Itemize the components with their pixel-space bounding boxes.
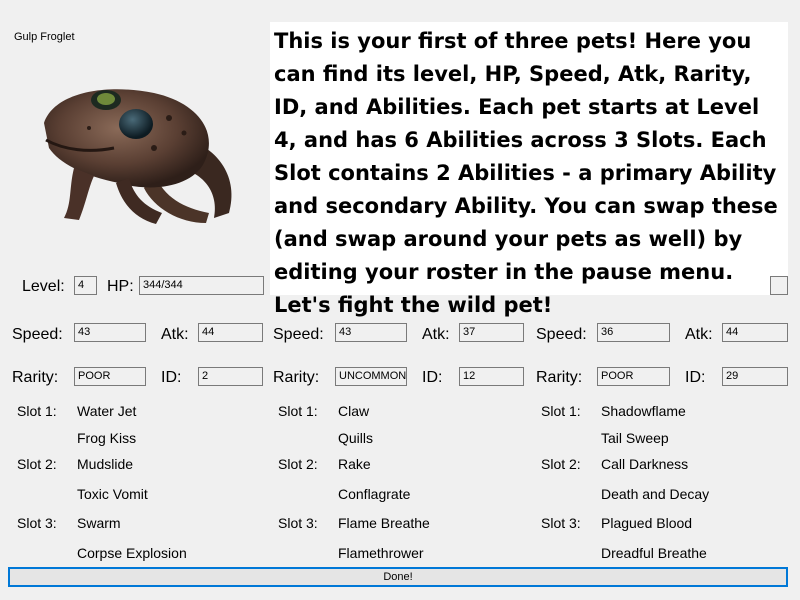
pet2-slot3-secondary[interactable]: Flamethrower — [338, 544, 424, 562]
pet2-rarity-field[interactable]: UNCOMMON — [335, 367, 407, 386]
slot3-label: Slot 3: — [541, 515, 581, 531]
pet3-slot2-primary[interactable]: Call Darkness — [601, 455, 688, 473]
id-label: ID: — [685, 369, 706, 386]
pet2-slot2-primary[interactable]: Rake — [338, 455, 371, 473]
pet3-slot3-primary[interactable]: Plagued Blood — [601, 514, 692, 532]
slot2-label: Slot 2: — [541, 456, 581, 472]
speed-label: Speed: — [536, 326, 587, 343]
pet1-slot2-primary[interactable]: Mudslide — [77, 455, 133, 473]
pet1-rarity-field[interactable]: POOR — [74, 367, 146, 386]
pet2-id-field[interactable]: 12 — [459, 367, 524, 386]
pet3-slot1-primary[interactable]: Shadowflame — [601, 402, 686, 420]
pet3-slot2-secondary[interactable]: Death and Decay — [601, 485, 709, 503]
pet2-speed-field[interactable]: 43 — [335, 323, 407, 342]
pet3-id-field[interactable]: 29 — [722, 367, 788, 386]
pet3-slot1-secondary[interactable]: Tail Sweep — [601, 429, 669, 447]
slot3-label: Slot 3: — [17, 515, 57, 531]
tutorial-text: This is your first of three pets! Here y… — [270, 22, 788, 317]
pet-name-label: Gulp Froglet — [14, 31, 75, 43]
slot1-label: Slot 1: — [278, 403, 318, 419]
pet1-speed-field[interactable]: 43 — [74, 323, 146, 342]
pet2-slot3-primary[interactable]: Flame Breathe — [338, 514, 430, 532]
slot1-label: Slot 1: — [541, 403, 581, 419]
pet1-id-field[interactable]: 2 — [198, 367, 263, 386]
hp-label: HP: — [107, 278, 134, 295]
speed-label: Speed: — [273, 326, 324, 343]
done-button[interactable]: Done! — [8, 567, 788, 587]
pet3-slot3-secondary[interactable]: Dreadful Breathe — [601, 544, 707, 562]
rarity-label: Rarity: — [12, 369, 59, 386]
pet1-slot1-primary[interactable]: Water Jet — [77, 402, 136, 420]
pet3-rarity-field[interactable]: POOR — [597, 367, 670, 386]
pet3-atk-field[interactable]: 44 — [722, 323, 788, 342]
hp-field[interactable]: 344/344 — [139, 276, 264, 295]
pet2-slot1-secondary[interactable]: Quills — [338, 429, 373, 447]
slot2-label: Slot 2: — [17, 456, 57, 472]
speed-label: Speed: — [12, 326, 63, 343]
rarity-label: Rarity: — [536, 369, 583, 386]
pet1-slot3-primary[interactable]: Swarm — [77, 514, 121, 532]
id-label: ID: — [161, 369, 182, 386]
atk-label: Atk: — [161, 326, 189, 343]
id-label: ID: — [422, 369, 443, 386]
slot1-label: Slot 1: — [17, 403, 57, 419]
pet1-slot1-secondary[interactable]: Frog Kiss — [77, 429, 136, 447]
pet3-speed-field[interactable]: 36 — [597, 323, 670, 342]
pet1-atk-field[interactable]: 44 — [198, 323, 263, 342]
pet1-slot3-secondary[interactable]: Corpse Explosion — [77, 544, 187, 562]
pet2-atk-field[interactable]: 37 — [459, 323, 524, 342]
atk-label: Atk: — [422, 326, 450, 343]
level-field[interactable]: 4 — [74, 276, 97, 295]
pet2-slot2-secondary[interactable]: Conflagrate — [338, 485, 410, 503]
pet3-hp-field-partial[interactable] — [770, 276, 788, 295]
level-label: Level: — [22, 278, 65, 295]
pet2-slot1-primary[interactable]: Claw — [338, 402, 369, 420]
atk-label: Atk: — [685, 326, 713, 343]
slot3-label: Slot 3: — [278, 515, 318, 531]
slot2-label: Slot 2: — [278, 456, 318, 472]
pet1-slot2-secondary[interactable]: Toxic Vomit — [77, 485, 148, 503]
frog-image — [44, 89, 232, 224]
rarity-label: Rarity: — [273, 369, 320, 386]
